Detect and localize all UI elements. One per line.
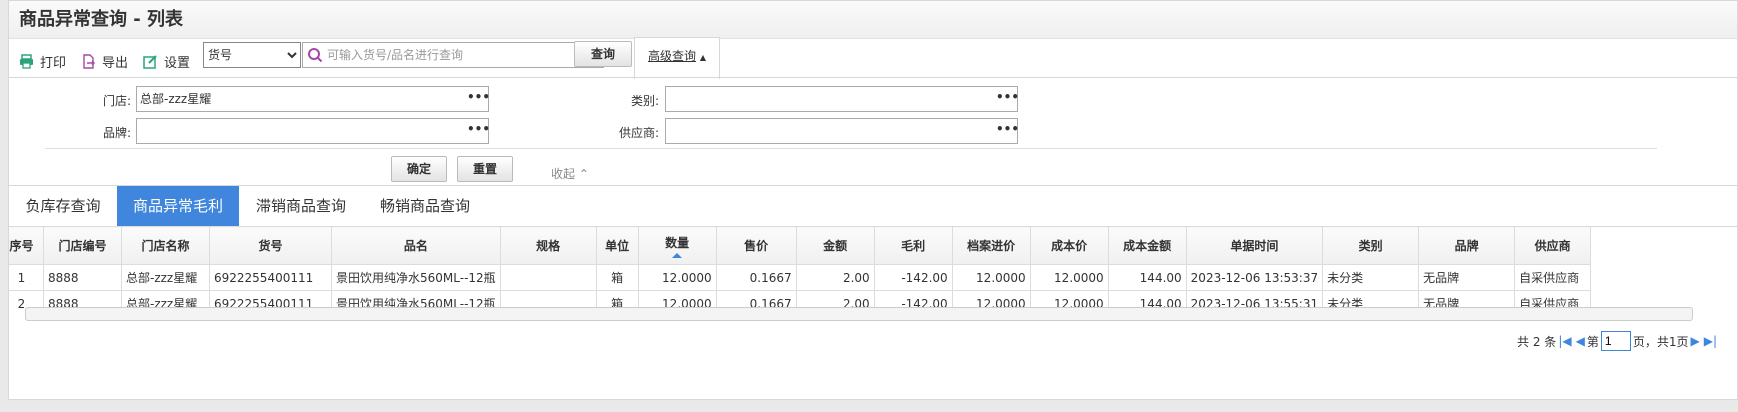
print-icon bbox=[20, 53, 33, 69]
search-field-select[interactable]: 货号 bbox=[203, 42, 301, 68]
column-header[interactable]: 类别 bbox=[1322, 226, 1420, 265]
supplier-input[interactable] bbox=[665, 118, 997, 144]
page: 商品异常查询 - 列表 打印 导出 设置 货号 可输入货号/品名进行查询 查询 … bbox=[8, 0, 1738, 400]
page-prefix: 第 bbox=[1586, 334, 1599, 349]
total-count: 共 2 条 bbox=[1517, 334, 1557, 349]
sort-ascending-icon bbox=[672, 252, 683, 258]
table-cell: 未分类 bbox=[1322, 264, 1420, 291]
settings-button[interactable]: 设置 bbox=[143, 51, 190, 71]
table-cell: 0.1667 bbox=[715, 264, 797, 291]
advanced-query-label: 高级查询 bbox=[648, 49, 697, 63]
filter-divider bbox=[45, 148, 1657, 149]
search-icon bbox=[308, 48, 323, 63]
supplier-label: 供应商: bbox=[618, 126, 659, 140]
last-page-icon[interactable]: ▶| bbox=[1704, 334, 1717, 348]
category-label: 类别: bbox=[630, 94, 659, 108]
column-header-sorted[interactable]: 数量 bbox=[637, 226, 717, 265]
result-tabs: 负库存查询 商品异常毛利 滞销商品查询 畅销商品查询 bbox=[9, 185, 1737, 227]
column-header[interactable]: 毛利 bbox=[873, 226, 953, 265]
query-button[interactable]: 查询 bbox=[574, 41, 632, 67]
column-header[interactable]: 单据时间 bbox=[1185, 226, 1324, 265]
column-header[interactable]: 门店编号 bbox=[43, 226, 122, 265]
column-header[interactable]: 品牌 bbox=[1418, 226, 1516, 265]
confirm-button[interactable]: 确定 bbox=[391, 156, 447, 182]
brand-input[interactable] bbox=[136, 118, 468, 144]
export-icon bbox=[83, 53, 95, 69]
caret-up-icon: ▲ bbox=[699, 53, 706, 62]
table-cell: 箱 bbox=[595, 264, 639, 291]
print-button[interactable]: 打印 bbox=[19, 51, 66, 71]
table-cell: 12.0000 bbox=[1029, 264, 1109, 291]
store-label: 门店: bbox=[102, 94, 131, 108]
tab-slow-moving[interactable]: 滞销商品查询 bbox=[239, 186, 363, 227]
pagination: 共 2 条 |◀ ◀ 第 页，共1页 ▶ ▶| bbox=[1517, 331, 1719, 351]
column-header[interactable]: 单位 bbox=[595, 226, 639, 265]
table-cell: 6922255400111 bbox=[209, 264, 332, 291]
column-header[interactable]: 货号 bbox=[209, 226, 332, 265]
first-page-icon[interactable]: |◀ bbox=[1558, 334, 1571, 348]
store-picker-button[interactable]: ••• bbox=[467, 86, 490, 112]
column-header[interactable]: 供应商 bbox=[1514, 226, 1592, 265]
collapse-label: 收起 bbox=[551, 167, 576, 181]
search-box bbox=[302, 42, 604, 68]
advanced-query-tab[interactable]: 高级查询 ▲ bbox=[634, 37, 720, 79]
tab-best-selling[interactable]: 畅销商品查询 bbox=[363, 186, 487, 227]
table-cell: 自采供应商 bbox=[1514, 264, 1592, 291]
collapse-link[interactable]: 收起 ⌃ bbox=[551, 165, 589, 182]
table-header-row: 序号 门店编号 门店名称 货号 品名 规格 单位 数量 售价 金额 毛利 档案进… bbox=[9, 226, 1592, 265]
brand-picker-button[interactable]: ••• bbox=[467, 118, 490, 144]
table-row[interactable]: 1 8888 总部-zzz星耀 6922255400111 景田饮用纯净水560ML--… bbox=[9, 264, 1592, 291]
settings-label: 设置 bbox=[164, 55, 191, 71]
table-cell: 无品牌 bbox=[1418, 264, 1516, 291]
data-grid: 序号 门店编号 门店名称 货号 品名 规格 单位 数量 售价 金额 毛利 档案进… bbox=[9, 226, 1737, 316]
page-title: 商品异常查询 - 列表 bbox=[9, 1, 1737, 39]
supplier-picker-button[interactable]: ••• bbox=[996, 118, 1019, 144]
tab-abnormal-margin[interactable]: 商品异常毛利 bbox=[117, 186, 239, 227]
table-cell: 2023-12-06 13:53:37 bbox=[1185, 264, 1324, 291]
category-picker-button[interactable]: ••• bbox=[996, 86, 1019, 112]
next-page-icon[interactable]: ▶ bbox=[1690, 334, 1699, 348]
edit-settings-icon bbox=[143, 54, 157, 69]
reset-button[interactable]: 重置 bbox=[457, 156, 513, 182]
prev-page-icon[interactable]: ◀ bbox=[1576, 334, 1585, 348]
table-cell: -142.00 bbox=[873, 264, 953, 291]
category-input[interactable] bbox=[665, 86, 997, 112]
table-cell: 8888 bbox=[43, 264, 122, 291]
table-cell bbox=[499, 264, 597, 291]
column-header[interactable]: 门店名称 bbox=[121, 226, 210, 265]
page-suffix: 页，共1页 bbox=[1632, 334, 1689, 349]
column-header[interactable]: 档案进价 bbox=[951, 226, 1031, 265]
search-input[interactable] bbox=[327, 46, 599, 64]
export-button[interactable]: 导出 bbox=[81, 51, 128, 71]
column-header[interactable]: 金额 bbox=[795, 226, 875, 265]
store-input[interactable]: 总部-zzz星耀 bbox=[136, 86, 468, 112]
advanced-filter-panel: 门店: 总部-zzz星耀 ••• 类别: ••• 品牌: ••• 供应商: ••… bbox=[9, 77, 1737, 201]
column-header[interactable]: 售价 bbox=[715, 226, 797, 265]
horizontal-scrollbar[interactable] bbox=[25, 307, 1693, 321]
column-header[interactable]: 序号 bbox=[9, 226, 44, 265]
data-table: 序号 门店编号 门店名称 货号 品名 规格 单位 数量 售价 金额 毛利 档案进… bbox=[9, 226, 1592, 316]
chevron-up-icon: ⌃ bbox=[578, 167, 589, 181]
export-label: 导出 bbox=[102, 55, 129, 71]
column-header[interactable]: 成本价 bbox=[1029, 226, 1109, 265]
table-cell: 12.0000 bbox=[637, 264, 717, 291]
table-cell: 144.00 bbox=[1107, 264, 1187, 291]
column-header[interactable]: 规格 bbox=[499, 226, 597, 265]
column-header[interactable]: 品名 bbox=[331, 226, 501, 265]
table-cell: 2.00 bbox=[795, 264, 875, 291]
table-cell: 景田饮用纯净水560ML--12瓶 bbox=[331, 264, 501, 291]
table-cell: 1 bbox=[9, 264, 44, 291]
table-cell: 12.0000 bbox=[951, 264, 1031, 291]
page-number-input[interactable] bbox=[1600, 331, 1631, 351]
column-header[interactable]: 成本金额 bbox=[1107, 226, 1187, 265]
print-label: 打印 bbox=[40, 55, 67, 71]
table-cell: 总部-zzz星耀 bbox=[121, 264, 210, 291]
tab-negative-stock[interactable]: 负库存查询 bbox=[9, 186, 117, 227]
brand-label: 品牌: bbox=[102, 126, 131, 140]
column-header-label: 数量 bbox=[665, 235, 690, 250]
